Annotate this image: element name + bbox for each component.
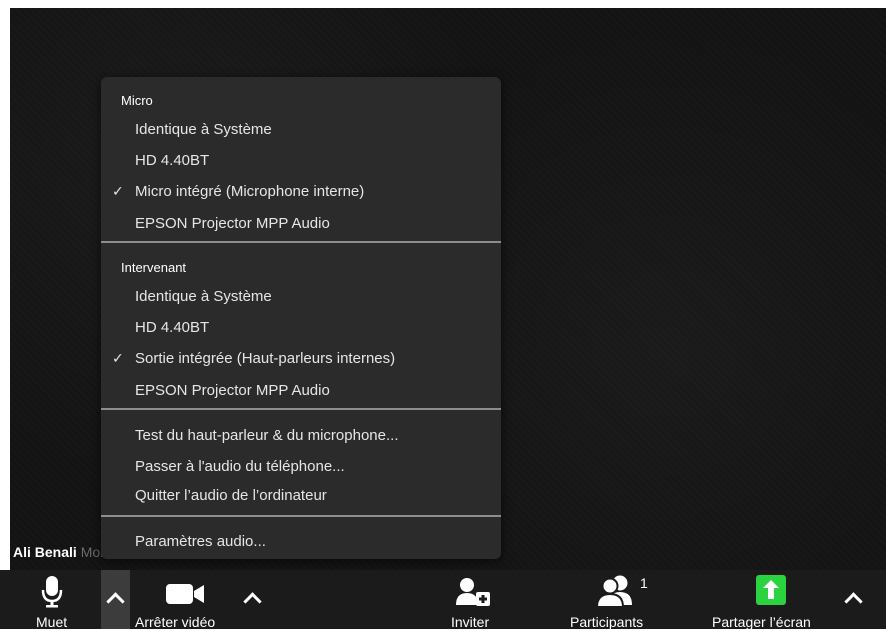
chevron-up-icon (243, 592, 262, 611)
meeting-toolbar: Muet Arrêter vidéo Inviter 1 Participant… (0, 570, 886, 630)
audio-options-button[interactable] (101, 570, 130, 629)
share-screen-icon (756, 575, 786, 605)
speaker-item-system[interactable]: Identique à Système (135, 288, 272, 305)
speaker-header: Intervenant (121, 260, 187, 275)
participant-name-text: Ali Benali (13, 544, 77, 560)
micro-item-epson[interactable]: EPSON Projector MPP Audio (135, 215, 330, 232)
test-audio-item[interactable]: Test du haut-parleur & du microphone... (135, 427, 398, 444)
invite-button[interactable]: Inviter (446, 570, 506, 630)
leave-computer-audio-item[interactable]: Quitter l’audio de l’ordinateur (135, 487, 327, 504)
stop-video-label: Arrêter vidéo (135, 614, 216, 630)
participants-icon (596, 575, 632, 608)
share-screen-label: Partager l’écran (712, 614, 811, 630)
menu-divider (101, 408, 501, 410)
micro-item-builtin[interactable]: Micro intégré (Microphone interne) (135, 183, 364, 200)
microphone-icon (41, 576, 63, 608)
participants-count-badge: 1 (640, 575, 648, 591)
stop-video-button[interactable]: Arrêter vidéo (133, 570, 238, 630)
speaker-item-builtin[interactable]: Sortie intégrée (Haut-parleurs internes) (135, 350, 395, 367)
menu-divider (101, 515, 501, 517)
micro-item-system[interactable]: Identique à Système (135, 121, 272, 138)
audio-menu: Micro Identique à Système HD 4.40BT ✓ Mi… (101, 77, 501, 559)
video-options-button[interactable] (238, 580, 268, 620)
invite-label: Inviter (451, 614, 490, 630)
menu-divider (101, 241, 501, 243)
micro-check-icon: ✓ (112, 183, 124, 199)
participants-button[interactable]: 1 Participants (566, 570, 676, 630)
share-options-button[interactable] (838, 580, 868, 620)
chevron-up-icon (844, 592, 863, 611)
switch-phone-audio-item[interactable]: Passer à l'audio du téléphone... (135, 458, 345, 475)
mute-button[interactable]: Muet (25, 570, 85, 630)
video-camera-icon (166, 584, 204, 604)
speaker-item-epson[interactable]: EPSON Projector MPP Audio (135, 382, 330, 399)
participants-label: Participants (570, 614, 644, 630)
speaker-check-icon: ✓ (112, 350, 124, 366)
micro-item-hd440bt[interactable]: HD 4.40BT (135, 152, 209, 169)
audio-settings-item[interactable]: Paramètres audio... (135, 533, 266, 550)
mute-label: Muet (36, 614, 68, 630)
micro-header: Micro (121, 93, 153, 108)
chevron-up-icon (106, 592, 125, 611)
share-screen-button[interactable]: Partager l’écran (708, 570, 834, 630)
add-user-icon (456, 578, 490, 606)
speaker-item-hd440bt[interactable]: HD 4.40BT (135, 319, 209, 336)
